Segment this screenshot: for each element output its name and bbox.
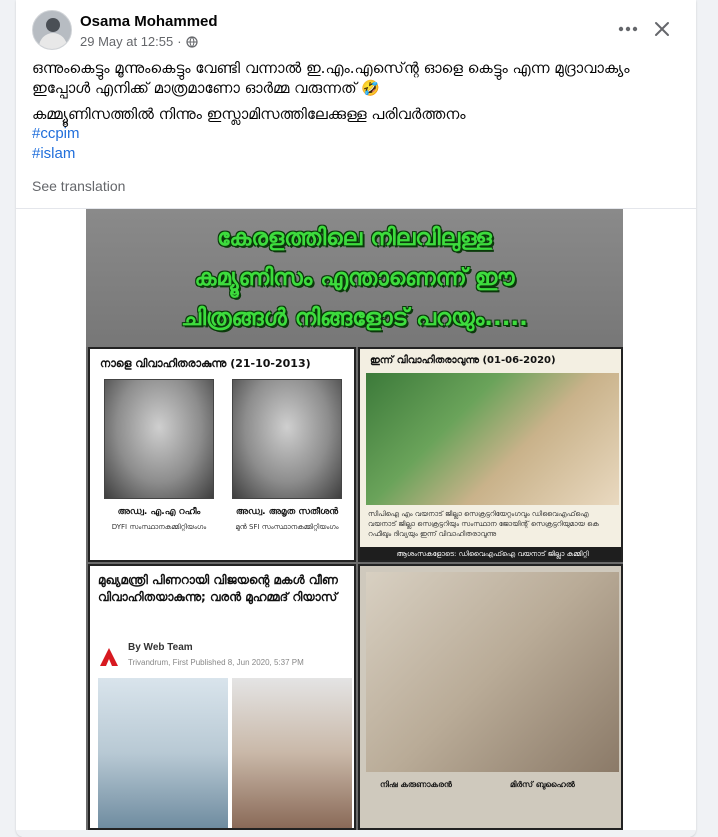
- panel-bl-byline: By Web Team: [128, 642, 193, 653]
- panel-bl-dateline: Trivandrum, First Published 8, Jun 2020,…: [128, 658, 304, 667]
- panel-tl-left-name: അഡ്വ. എ.എ റഹീം: [117, 507, 201, 517]
- poster-title-line3: ചിത്രങ്ങൾ നിങ്ങളോട് പറയും.....: [181, 305, 528, 331]
- post-card: Osama Mohammed 29 May at 12:55 · ഒന്നുംക…: [16, 0, 696, 837]
- card-bottom-edge: [16, 830, 696, 837]
- panel-bottom-left: മുഖ്യമന്ത്രി പിണറായി വിജയന്റെ മകൾ വീണ വി…: [88, 564, 356, 830]
- panel-tr-footer: ആശംസകളോടെ: ഡിവൈഎഫ്ഐ വയനാട് ജില്ലാ കമ്മിറ…: [360, 547, 621, 560]
- post-image[interactable]: കേരളത്തിലെ നിലവിലുള്ള കമ്യൂണിസം എന്താണെന…: [86, 209, 623, 830]
- panel-tl-left-sub: DYFI സംസ്ഥാനകമ്മിറ്റിയംഗം: [111, 523, 207, 531]
- avatar-body: [39, 33, 67, 49]
- panel-bottom-right: നിഷ കരുണാകരൻ മിർസ് ബുഹൈൽ: [358, 564, 623, 830]
- post-header: Osama Mohammed 29 May at 12:55 ·: [16, 0, 696, 58]
- poster-title-line2: കമ്യൂണിസം എന്താണെന്ന് ഈ: [194, 265, 515, 291]
- avatar[interactable]: [32, 10, 72, 50]
- panel-top-left: നാളെ വിവാഹിതരാകുന്നു (21-10-2013) അഡ്വ. …: [88, 347, 356, 562]
- meta-separator: ·: [177, 34, 182, 49]
- panel-tr-description: സിപിഐ എം വയനാട് ജില്ലാ സെക്രട്ടറിയേറ്റംഗ…: [368, 510, 599, 538]
- panel-tr-title: ഇന്ന് വിവാഹിതരാവുന്നു (01-06-2020): [370, 355, 556, 366]
- close-icon[interactable]: [647, 14, 677, 44]
- news-logo-icon: [100, 648, 118, 666]
- globe-icon[interactable]: [185, 35, 198, 48]
- panel-br-right-name: മിർസ് ബുഹൈൽ: [510, 780, 575, 789]
- author-name[interactable]: Osama Mohammed: [80, 13, 218, 30]
- panel-top-right: ഇന്ന് വിവാഹിതരാവുന്നു (01-06-2020) സിപിഐ…: [358, 347, 623, 562]
- post-meta: 29 May at 12:55 ·: [80, 34, 198, 49]
- panel-tl-right-name: അഡ്വ. അമൃത സതീശൻ: [235, 507, 339, 517]
- poster-title: കേരളത്തിലെ നിലവിലുള്ള കമ്യൂണിസം എന്താണെന…: [86, 209, 623, 347]
- panel-tl-title: നാളെ വിവാഹിതരാകുന്നു (21-10-2013): [100, 357, 311, 370]
- photo-bride-bw: [232, 379, 342, 499]
- photo-couple-color: [366, 373, 619, 505]
- avatar-head: [46, 18, 60, 32]
- photo-couple-print: [366, 572, 619, 772]
- post-text-line2: കമ്മ്യൂണിസത്തിൽ നിന്നും ഇസ്ലാമിസത്തിലേക്…: [32, 105, 466, 123]
- post-timestamp[interactable]: 29 May at 12:55: [80, 34, 173, 49]
- post-text-line1: ഒന്നുംകെട്ടും മൂന്നുംകെട്ടും വേണ്ടി വന്ന…: [32, 59, 630, 97]
- panel-br-left-name: നിഷ കരുണാകരൻ: [380, 780, 452, 789]
- panel-bl-headline: മുഖ്യമന്ത്രി പിണറായി വിജയന്റെ മകൾ വീണ വി…: [98, 573, 338, 604]
- photo-groom-bw: [104, 379, 214, 499]
- see-translation-link[interactable]: See translation: [32, 178, 125, 194]
- panel-tl-right-sub: മുൻ SFI സംസ്ഥാനകമ്മിറ്റിയംഗം: [235, 523, 339, 531]
- more-dots-icon[interactable]: [613, 14, 643, 44]
- photo-bride-news: [232, 678, 352, 828]
- hashtag-islam[interactable]: #islam: [32, 144, 672, 164]
- hashtag-ccpim[interactable]: #ccpim: [32, 124, 672, 144]
- poster-title-line1: കേരളത്തിലെ നിലവിലുള്ള: [217, 225, 492, 251]
- post-body: ഒന്നുംകെട്ടും മൂന്നുംകെട്ടും വേണ്ടി വന്ന…: [32, 58, 672, 164]
- photo-groom-news: [98, 678, 228, 828]
